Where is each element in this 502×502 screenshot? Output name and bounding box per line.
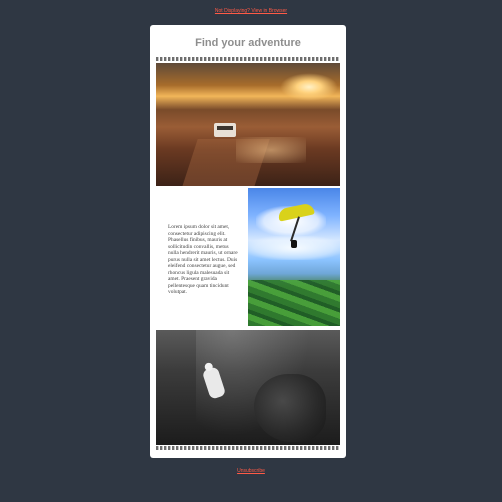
sunset-glow: [280, 73, 338, 101]
unsubscribe-link[interactable]: Unsubscribe: [0, 468, 502, 474]
paraglider-image: [248, 188, 340, 326]
paraglider-pilot-icon: [291, 240, 297, 248]
view-in-browser-link[interactable]: Not Displaying? View in Browser: [0, 8, 502, 14]
email-title: Find your adventure: [195, 37, 301, 49]
body-text: Lorem ipsum dolor sit amet, consectetur …: [168, 224, 238, 295]
underwater-rock: [254, 374, 326, 442]
dust-cloud: [236, 137, 306, 163]
scuba-diver-image: [156, 330, 340, 445]
decorative-border-top: [156, 57, 340, 61]
email-card: Find your adventure Lorem ipsum dolor si…: [150, 25, 346, 458]
decorative-border-bottom: [156, 446, 340, 450]
green-fields: [248, 280, 340, 326]
car-icon: [214, 123, 236, 137]
road-trip-image: [156, 63, 340, 186]
